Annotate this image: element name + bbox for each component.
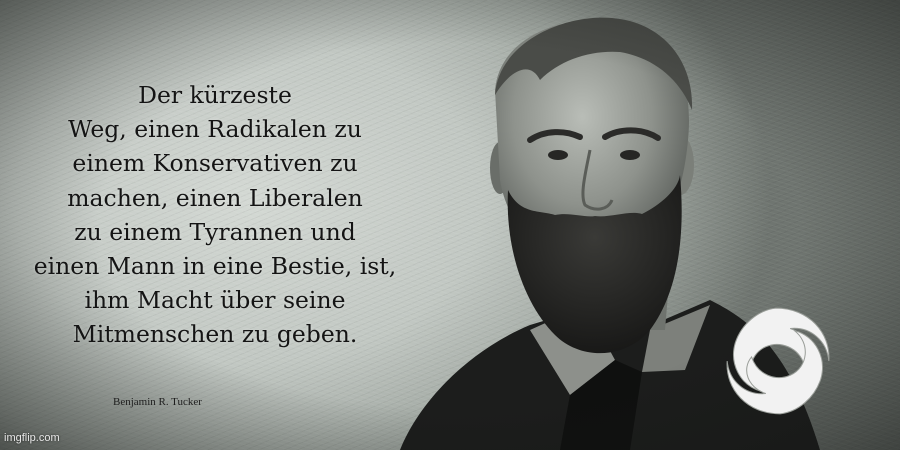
quote-line: Weg, einen Radikalen zu bbox=[68, 115, 362, 144]
quote-line: Mitmenschen zu geben. bbox=[72, 320, 358, 349]
quote-line: einen Mann in eine Bestie, ist, bbox=[33, 252, 397, 281]
quote-author: Benjamin R. Tucker bbox=[113, 396, 202, 408]
quote-line: ihm Macht über seine bbox=[84, 286, 346, 315]
quote-line: einem Konservativen zu bbox=[72, 149, 358, 178]
quote-line: machen, einen Liberalen bbox=[67, 183, 363, 212]
quote-line: zu einem Tyrannen und bbox=[74, 217, 356, 246]
quote-line: Der kürzeste bbox=[138, 81, 292, 109]
meme-canvas: Der kürzeste Weg, einen Radikalen zu ein… bbox=[0, 0, 900, 450]
watermark-text: imgflip.com bbox=[4, 432, 60, 444]
swirl-emblem-icon bbox=[726, 307, 830, 415]
quote-text: Der kürzeste Weg, einen Radikalen zu ein… bbox=[0, 78, 430, 352]
